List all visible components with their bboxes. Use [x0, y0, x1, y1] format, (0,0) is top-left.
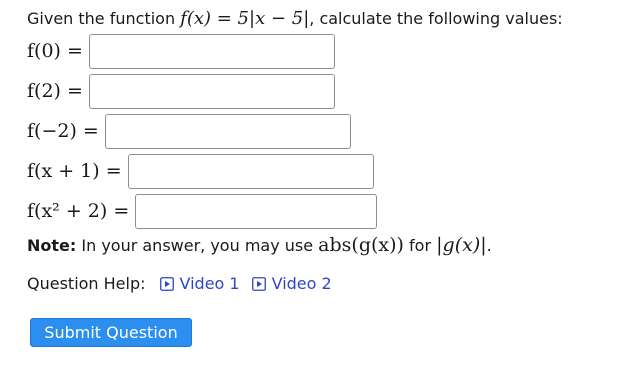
answer-note: Note: In your answer, you may use abs(g(…: [27, 232, 492, 258]
question-row-f-x-plus-1: f(x + 1) =: [27, 152, 374, 190]
note-text-before: In your answer, you may use: [76, 236, 319, 255]
question-label: f(−2) =: [27, 120, 99, 142]
submit-question-button[interactable]: Submit Question: [30, 318, 192, 347]
prompt-suffix: , calculate the following values:: [309, 9, 563, 28]
question-label: f(x + 1) =: [27, 160, 122, 182]
answer-input-f-neg2[interactable]: [104, 113, 351, 149]
note-text-after: .: [486, 236, 492, 255]
question-row-f-neg2: f(−2) =: [27, 112, 351, 150]
video-icon: [159, 277, 174, 291]
question-label: f(2) =: [27, 80, 83, 102]
question-label: f(0) =: [27, 40, 83, 62]
note-abs-expression: abs(g(x)): [318, 234, 404, 256]
video-2-link[interactable]: Video 2: [251, 272, 332, 296]
question-row-f2: f(2) =: [27, 72, 335, 110]
note-label: Note:: [27, 236, 77, 255]
note-abs-bar-expression: |g(x)|: [436, 234, 487, 256]
answer-input-f2[interactable]: [88, 73, 335, 109]
question-prompt: Given the function f(x) = 5|x − 5|, calc…: [27, 7, 563, 31]
video-icon: [251, 277, 266, 291]
answer-input-f-x-plus-1[interactable]: [127, 153, 374, 189]
question-help-label: Question Help:: [27, 274, 146, 293]
function-expression: f(x) = 5|x − 5|: [180, 8, 310, 29]
question-row-f-x-squared-plus-2: f(x² + 2) =: [27, 192, 378, 230]
prompt-prefix: Given the function: [27, 9, 181, 28]
question-row-f0: f(0) =: [27, 32, 335, 70]
video-1-link[interactable]: Video 1: [159, 272, 240, 296]
note-text-middle: for: [403, 236, 437, 255]
answer-input-f0[interactable]: [88, 33, 335, 69]
video-1-label: Video 1: [179, 274, 240, 293]
question-help: Question Help: Video 1 Video 2: [27, 272, 332, 296]
video-2-label: Video 2: [271, 274, 332, 293]
answer-input-f-x-squared-plus-2[interactable]: [135, 193, 378, 229]
question-label: f(x² + 2) =: [27, 200, 130, 222]
